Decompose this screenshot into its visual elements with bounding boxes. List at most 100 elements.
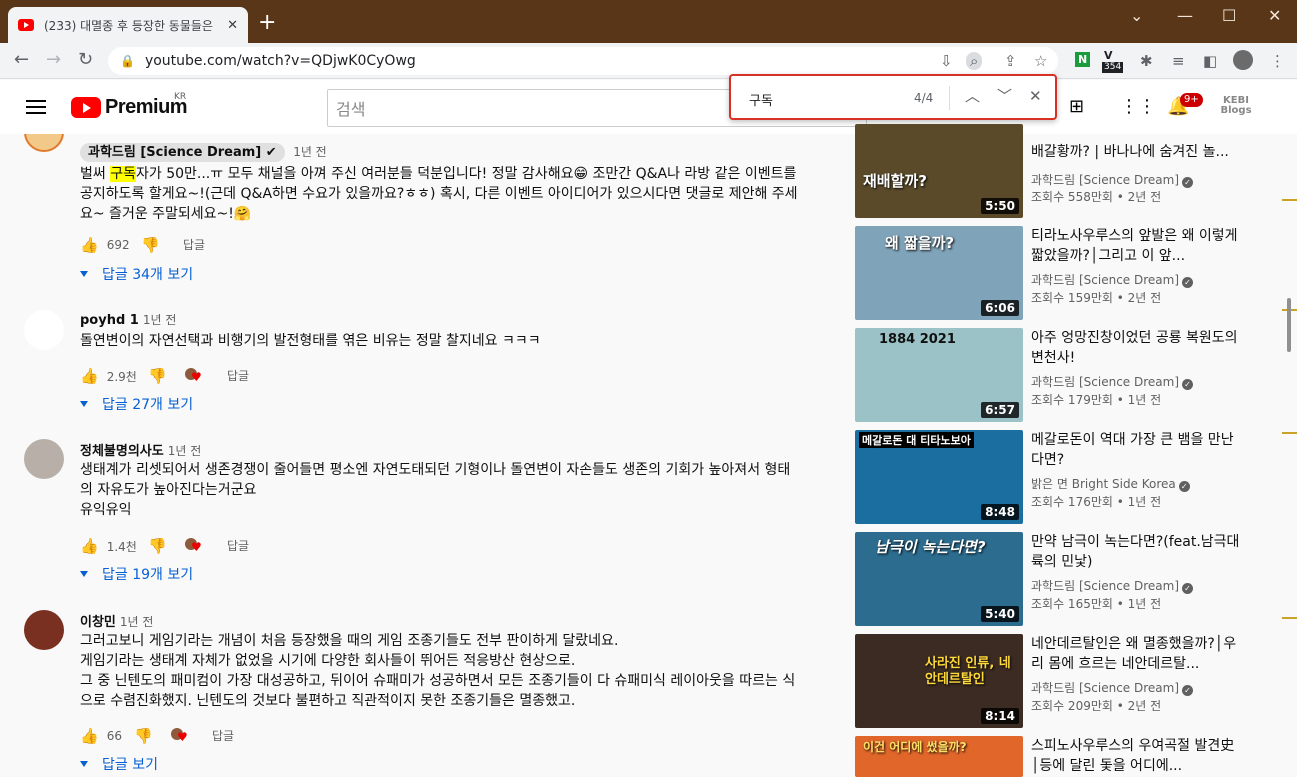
video-title[interactable]: 스피노사우루스의 우여곡절 발견史│등에 달린 돛을 어디에... [1031,736,1241,776]
channel-name: 과학드림 [Science Dream] [1031,375,1180,389]
video-thumbnail[interactable]: 사라진 인류, 네안데르탈인 8:14 [855,634,1023,728]
chrome-menu-icon[interactable]: ⋮ [1270,52,1285,70]
comment-author-name: 정체불명의사도 [80,444,164,459]
find-next-icon[interactable]: ﹀ [997,87,1012,105]
video-thumbnail[interactable]: 1884 2021 6:57 [855,328,1023,422]
reply-button[interactable]: 답글 [212,727,234,744]
comment-avatar[interactable] [24,610,64,650]
hamburger-menu-icon[interactable] [26,100,46,114]
video-duration: 8:48 [981,504,1019,520]
reply-button[interactable]: 답글 [227,367,249,384]
address-bar[interactable]: 🔒 youtube.com/watch?v=QDjwK0CyOwg [108,47,1058,75]
bookmark-star-icon[interactable]: ☆ [1034,52,1047,70]
creator-heart-icon: ♥ [171,728,188,744]
thumbnail-caption: 재배할까? [863,172,927,190]
view-replies-button[interactable]: 답글 27개 보기 [80,394,193,414]
expand-icon [80,401,88,407]
like-button[interactable]: 👍 692 [80,236,130,254]
page-scrollbar[interactable] [1283,134,1297,777]
thumbs-up-icon: 👍 [80,367,99,385]
thumbs-up-icon: 👍 [80,236,99,254]
dislike-button[interactable]: 👎 [148,537,175,555]
video-channel[interactable]: 과학드림 [Science Dream] ✓ [1031,373,1194,390]
video-duration: 5:40 [981,606,1019,622]
reply-button[interactable]: 답글 [183,236,205,253]
back-icon[interactable]: ← [14,51,29,69]
thumbnail-caption: 왜 짧을까? [885,234,955,252]
like-count: 1.4천 [106,539,137,554]
comment-text-part: 벌써 [80,166,111,182]
window-close-icon[interactable]: ✕ [1268,6,1281,25]
forward-icon[interactable]: → [46,51,61,69]
find-icon[interactable]: ⌕ [966,52,983,70]
find-match-marker [1282,199,1297,201]
video-title[interactable]: 배갈황까? | 바나나에 숨겨진 놀... [1031,142,1241,162]
video-channel[interactable]: 과학드림 [Science Dream] ✓ [1031,679,1194,696]
find-match-marker [1282,617,1297,619]
video-title[interactable]: 네안데르탈인은 왜 멸종했을까?│우리 몸에 흐르는 네안데르탈... [1031,634,1241,674]
profile-avatar[interactable] [1233,50,1253,70]
media-queue-icon[interactable]: ≡ [1172,52,1185,70]
scrollbar-thumb[interactable] [1287,298,1291,352]
find-previous-icon[interactable]: ︿ [965,87,980,105]
comment-avatar[interactable] [24,310,64,350]
find-input[interactable]: 구독 [749,90,773,109]
comment-avatar[interactable] [24,439,64,479]
comment-author[interactable]: 과학드림 [Science Dream] ✔ 1년 전 [80,141,327,162]
find-close-icon[interactable]: ✕ [1029,87,1042,105]
reload-icon[interactable]: ↻ [78,51,93,69]
video-duration: 6:06 [981,300,1019,316]
apps-grid-icon[interactable]: ⋮⋮ [1120,97,1156,117]
thumbs-down-icon: 👎 [134,727,153,745]
video-title[interactable]: 메갈로돈이 역대 가장 큰 뱀을 만난다면? [1031,430,1241,470]
view-replies-button[interactable]: 답글 34개 보기 [80,264,193,284]
share-icon[interactable]: ⇪ [1004,52,1017,70]
extensions-puzzle-icon[interactable]: ✱ [1140,52,1153,70]
comment-text: 생태계가 리셋되어서 생존경쟁이 줄어들면 평소엔 자연도태되던 기형이나 돌연… [80,462,791,518]
dislike-button[interactable]: 👎 [148,367,175,385]
video-channel[interactable]: 과학드림 [Science Dream] ✓ [1031,271,1194,288]
channel-avatar[interactable]: KEBI Blogs [1218,96,1254,116]
video-title[interactable]: 티라노사우루스의 앞발은 왜 이렇게 짧았을까?│그리고 이 앞... [1031,226,1241,266]
video-channel[interactable]: 과학드림 [Science Dream] ✓ [1031,171,1194,188]
find-match-count: 4/4 [914,91,934,105]
install-icon[interactable]: ⇩ [940,52,953,70]
like-button[interactable]: 👍 1.4천 [80,537,137,555]
like-button[interactable]: 👍 66 [80,727,122,745]
dislike-button[interactable]: 👎 [134,727,161,745]
browser-tab[interactable]: (233) 대멸종 후 등장한 동물들은 ✕ [8,7,248,43]
comment-text: 돌연변이의 자연선택과 비행기의 발전형태를 엮은 비유는 정말 찰지네요 ㅋㅋ… [80,333,541,349]
video-meta: 조회수 179만회 • 1년 전 [1031,393,1162,407]
verified-check-icon: ✓ [1178,481,1190,492]
video-thumbnail[interactable]: 메갈로돈 대 티타노보아 8:48 [855,430,1023,524]
reply-button[interactable]: 답글 [227,537,249,554]
verified-check-icon: ✓ [1182,277,1194,288]
view-replies-button[interactable]: 답글 보기 [80,754,158,774]
view-replies-button[interactable]: 답글 19개 보기 [80,564,193,584]
video-thumbnail[interactable]: 남극이 녹는다면? 5:40 [855,532,1023,626]
comment-author[interactable]: poyhd 1 1년 전 [80,311,176,328]
video-channel[interactable]: 밝은 면 Bright Side Korea ✓ [1031,475,1190,492]
comment-author-name: poyhd 1 [80,313,139,328]
comment-author[interactable]: 정체불명의사도 1년 전 [80,440,201,459]
video-title[interactable]: 만약 남극이 녹는다면?(feat.남극대륙의 민낯) [1031,532,1241,572]
video-thumbnail[interactable]: 재배할까? 5:50 [855,124,1023,218]
create-video-icon[interactable]: ⊞ [1069,97,1084,117]
video-title[interactable]: 아주 엉망진창이었던 공룡 복원도의 변천사! [1031,328,1241,368]
video-channel[interactable]: 과학드림 [Science Dream] ✓ [1031,577,1194,594]
video-thumbnail[interactable]: 이건 어디에 썼을까? [855,736,1023,777]
extension-n-icon[interactable]: N [1075,52,1091,67]
dislike-button[interactable]: 👎 [141,236,168,254]
like-button[interactable]: 👍 2.9천 [80,367,137,385]
side-panel-icon[interactable]: ◧ [1203,52,1217,70]
youtube-logo[interactable]: Premium KR [71,92,188,119]
video-thumbnail[interactable]: 왜 짧을까? 6:06 [855,226,1023,320]
new-tab-button[interactable]: + [258,12,276,34]
maximize-icon[interactable]: ☐ [1222,6,1236,25]
browser-titlebar: (233) 대멸종 후 등장한 동물들은 ✕ + ⌄ — ☐ ✕ [0,0,1297,43]
comment-author[interactable]: 이창민 1년 전 [80,611,153,630]
tab-search-icon[interactable]: ⌄ [1130,6,1143,25]
minimize-icon[interactable]: — [1177,6,1193,25]
tab-close-icon[interactable]: ✕ [227,18,238,33]
view-replies-label: 답글 27개 보기 [102,397,194,413]
